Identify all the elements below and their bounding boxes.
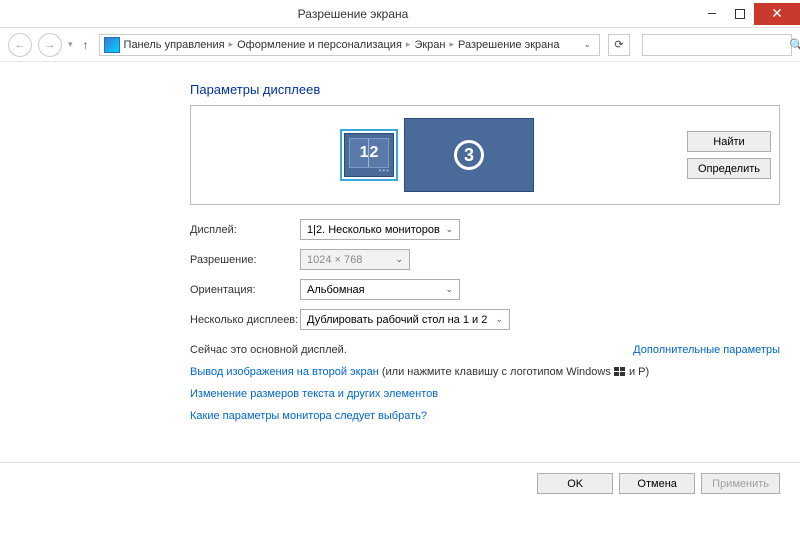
chevron-down-icon: ⌄ bbox=[495, 314, 503, 325]
detect-button[interactable]: Определить bbox=[687, 158, 771, 179]
monitor-dots-icon: ••• bbox=[379, 166, 390, 175]
project-link[interactable]: Вывод изображения на второй экран bbox=[190, 366, 379, 378]
content-area: Параметры дисплеев 1 2 ••• 3 Найти Опред… bbox=[0, 62, 800, 442]
monitor-2-label: 2 bbox=[369, 144, 378, 162]
search-box[interactable]: 🔍 bbox=[642, 34, 792, 56]
monitor-3-label: 3 bbox=[454, 140, 484, 170]
multi-label: Несколько дисплеев: bbox=[190, 314, 300, 326]
footer-buttons: OK Отмена Применить bbox=[0, 473, 800, 504]
chevron-right-icon[interactable]: ▸ bbox=[449, 39, 454, 50]
chevron-down-icon: ⌄ bbox=[395, 254, 403, 265]
chevron-right-icon[interactable]: ▸ bbox=[406, 39, 411, 50]
display-label: Дисплей: bbox=[190, 224, 300, 236]
project-line: Вывод изображения на второй экран (или н… bbox=[190, 366, 780, 378]
project-rest: (или нажмите клавишу с логотипом Windows bbox=[379, 366, 614, 378]
display-select[interactable]: 1|2. Несколько мониторов ⌄ bbox=[300, 219, 460, 240]
orientation-value: Альбомная bbox=[307, 284, 365, 296]
monitor-3[interactable]: 3 bbox=[404, 118, 534, 192]
settings-form: Дисплей: 1|2. Несколько мониторов ⌄ Разр… bbox=[190, 219, 780, 330]
crumb-category[interactable]: Оформление и персонализация bbox=[237, 39, 402, 51]
monitor-arrangement[interactable]: 1 2 ••• 3 bbox=[199, 118, 675, 192]
window-title: Разрешение экрана bbox=[8, 7, 698, 21]
orientation-label: Ориентация: bbox=[190, 284, 300, 296]
resolution-select[interactable]: 1024 × 768 ⌄ bbox=[300, 249, 410, 270]
apply-button[interactable]: Применить bbox=[701, 473, 780, 494]
titlebar: Разрешение экрана bbox=[0, 0, 800, 28]
monitor-12-selected[interactable]: 1 2 ••• bbox=[340, 129, 398, 181]
primary-display-text: Сейчас это основной дисплей. bbox=[190, 344, 347, 356]
up-button[interactable]: ↑ bbox=[79, 38, 93, 52]
search-icon[interactable]: 🔍 bbox=[789, 38, 800, 52]
which-monitor-link[interactable]: Какие параметры монитора следует выбрать… bbox=[190, 410, 427, 422]
back-button[interactable]: ← bbox=[8, 33, 32, 57]
refresh-button[interactable]: ⟳ bbox=[608, 34, 630, 56]
navbar: ← → ▾ ↑ Панель управления ▸ Оформление и… bbox=[0, 28, 800, 62]
resolution-label: Разрешение: bbox=[190, 254, 300, 266]
control-panel-icon bbox=[104, 37, 120, 53]
address-bar[interactable]: Панель управления ▸ Оформление и персона… bbox=[99, 34, 600, 56]
forward-button[interactable]: → bbox=[38, 33, 62, 57]
find-button[interactable]: Найти bbox=[687, 131, 771, 152]
textsize-link[interactable]: Изменение размеров текста и других элеме… bbox=[190, 388, 438, 400]
chevron-down-icon: ⌄ bbox=[445, 224, 453, 235]
maximize-button[interactable] bbox=[726, 3, 754, 25]
windows-logo-icon bbox=[614, 367, 626, 377]
page-heading: Параметры дисплеев bbox=[190, 82, 780, 97]
project-tail: и P) bbox=[626, 366, 649, 378]
address-dropdown[interactable]: ⌄ bbox=[579, 39, 595, 50]
divider bbox=[0, 462, 800, 463]
display-preview: 1 2 ••• 3 Найти Определить bbox=[190, 105, 780, 205]
search-input[interactable] bbox=[647, 39, 789, 51]
chevron-right-icon[interactable]: ▸ bbox=[229, 39, 234, 50]
display-value: 1|2. Несколько мониторов bbox=[307, 224, 440, 236]
advanced-settings-link[interactable]: Дополнительные параметры bbox=[633, 344, 780, 356]
ok-button[interactable]: OK bbox=[537, 473, 613, 494]
history-dropdown[interactable]: ▾ bbox=[68, 39, 73, 50]
minimize-button[interactable] bbox=[698, 3, 726, 25]
crumb-root[interactable]: Панель управления bbox=[124, 39, 225, 51]
multi-value: Дублировать рабочий стол на 1 и 2 bbox=[307, 314, 487, 326]
monitor-1-label: 1 bbox=[360, 144, 369, 162]
cancel-button[interactable]: Отмена bbox=[619, 473, 695, 494]
close-button[interactable] bbox=[754, 3, 800, 25]
crumb-sub[interactable]: Экран bbox=[414, 39, 445, 51]
crumb-leaf[interactable]: Разрешение экрана bbox=[458, 39, 559, 51]
chevron-down-icon: ⌄ bbox=[445, 284, 453, 295]
multi-display-select[interactable]: Дублировать рабочий стол на 1 и 2 ⌄ bbox=[300, 309, 510, 330]
resolution-value: 1024 × 768 bbox=[307, 254, 362, 266]
orientation-select[interactable]: Альбомная ⌄ bbox=[300, 279, 460, 300]
